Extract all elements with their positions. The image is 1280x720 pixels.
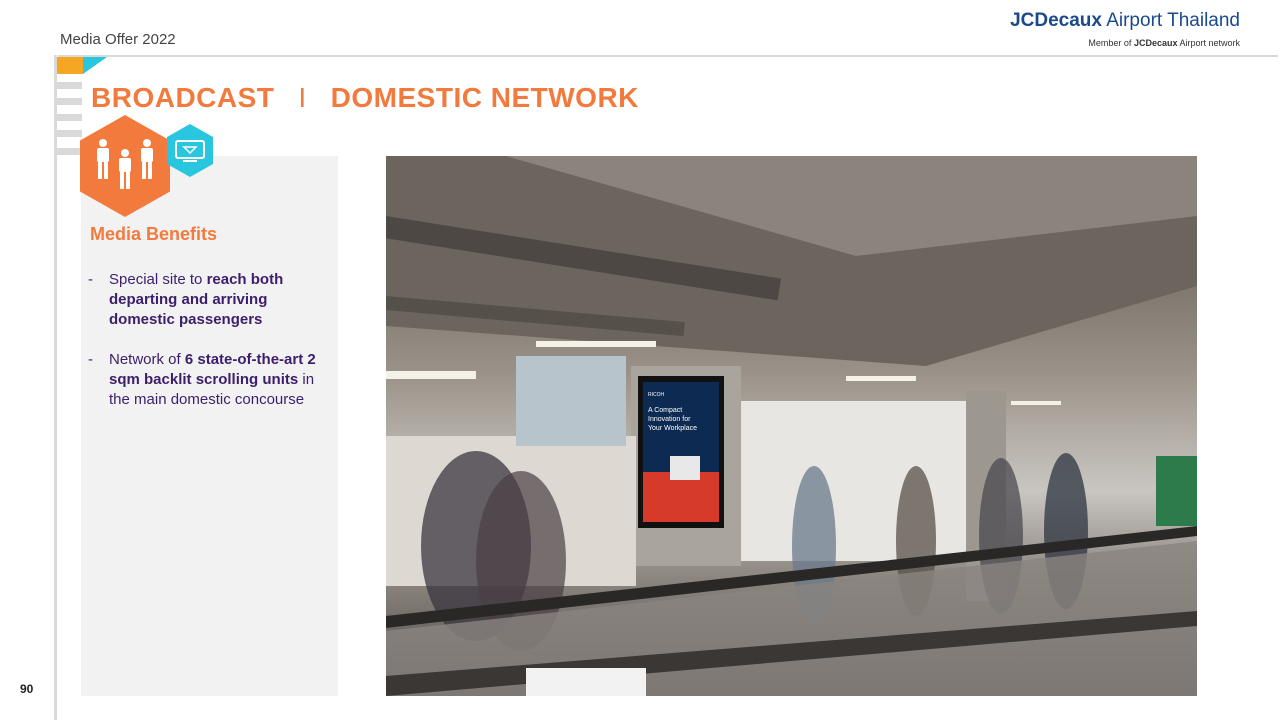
title-separator: I: [298, 82, 307, 113]
display-screen-icon: [167, 124, 213, 177]
brand-name-bold: JCDecaux: [1010, 10, 1102, 31]
light-fixture: [846, 376, 916, 381]
corner-accent-teal: [83, 57, 107, 74]
brand-tagline-post: Airport network: [1177, 38, 1240, 48]
media-offer-label: Media Offer 2022: [60, 31, 176, 48]
decor-stripe: [57, 130, 82, 137]
green-sign: [1156, 456, 1197, 526]
ad-title-line: Innovation for: [648, 416, 691, 423]
floor-sign: [526, 668, 646, 696]
concourse-scene: RICOH A Compact Innovation for Your Work…: [386, 156, 1197, 696]
list-item: - Network of 6 state-of-the-art 2 sqm ba…: [88, 350, 318, 410]
page-number: 90: [20, 682, 34, 696]
ad-title-line: A Compact: [648, 407, 682, 414]
title-right: DOMESTIC NETWORK: [330, 82, 639, 113]
decor-stripe: [57, 114, 82, 121]
title-left: BROADCAST: [91, 82, 275, 113]
light-fixture: [386, 371, 476, 379]
decor-stripe: [57, 98, 82, 105]
brand-name: JCDecaux Airport Thailand: [1010, 10, 1240, 32]
ad-brand: RICOH: [648, 392, 665, 398]
benefits-heading: Media Benefits: [90, 224, 218, 244]
brand-name-rest: Airport Thailand: [1101, 10, 1240, 31]
light-fixture: [536, 341, 656, 347]
bullet-text: Network of: [109, 351, 185, 368]
bullet-dash: -: [88, 351, 93, 368]
brand-tagline: Member of JCDecaux Airport network: [1010, 38, 1240, 48]
ad-title-line: Your Workplace: [648, 425, 697, 432]
bullet-text: Special site to: [109, 271, 207, 288]
decor-stripe: [57, 82, 82, 89]
window: [516, 356, 626, 446]
top-divider: [58, 55, 1278, 57]
bullet-dash: -: [88, 271, 93, 288]
ad-printer: [670, 456, 700, 480]
brand-logo: JCDecaux Airport Thailand Member of JCDe…: [1010, 10, 1240, 48]
concourse-photo: RICOH A Compact Innovation for Your Work…: [386, 156, 1197, 696]
benefits-list: - Special site to reach both departing a…: [88, 270, 318, 430]
decor-stripe: [57, 148, 82, 155]
brand-tagline-pre: Member of: [1088, 38, 1134, 48]
people-icon: [80, 115, 170, 217]
corner-accent-orange: [57, 57, 83, 74]
list-item: - Special site to reach both departing a…: [88, 270, 318, 330]
light-fixture: [1011, 401, 1061, 405]
page-title: BROADCAST I DOMESTIC NETWORK: [91, 82, 639, 114]
brand-tagline-bold: JCDecaux: [1133, 38, 1178, 48]
